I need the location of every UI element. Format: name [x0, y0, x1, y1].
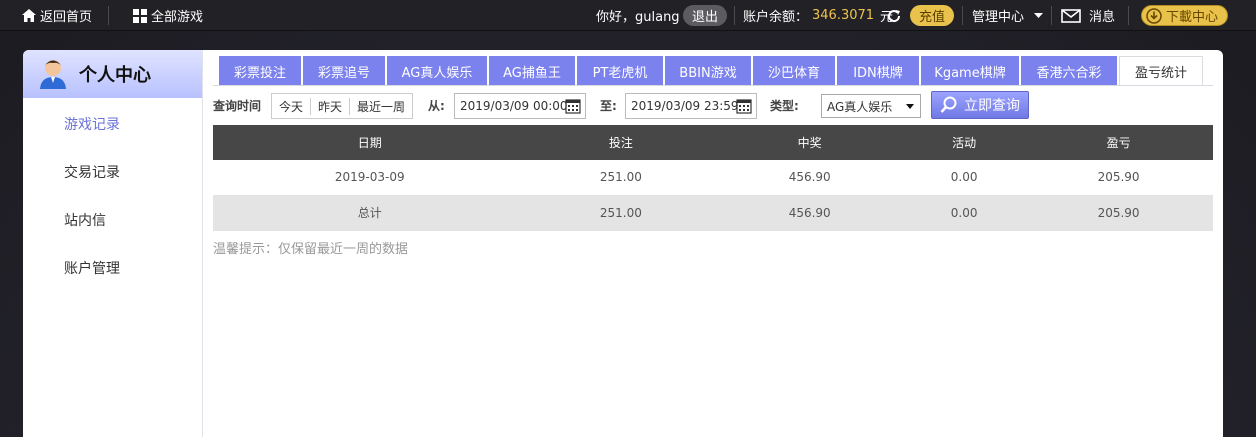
filter-bar: 查询时间 今天 昨天 最近一周 从: 2019/03/09 00:00 至: 2…	[213, 91, 1213, 121]
recharge-button[interactable]: 充值	[910, 5, 955, 26]
last-week-button[interactable]: 最近一周	[350, 98, 412, 115]
tab-pt-slots[interactable]: PT老虎机	[577, 56, 663, 86]
tab-lottery-bets[interactable]: 彩票投注	[219, 56, 301, 86]
balance: 账户余额： 346.3071 元	[743, 0, 893, 31]
sidebar: 个人中心 游戏记录 交易记录 站内信 账户管理	[23, 50, 203, 437]
calendar-icon[interactable]	[565, 98, 581, 114]
cell-total-label: 总计	[213, 195, 527, 231]
envelope-icon	[1061, 8, 1081, 23]
cell-profit-loss: 205.90	[1024, 160, 1213, 196]
tab-kgame-cards[interactable]: Kgame棋牌	[921, 56, 1019, 86]
home-label: 返回首页	[40, 10, 93, 25]
refresh-button[interactable]	[886, 0, 902, 31]
home-icon	[22, 9, 36, 22]
download-center-button[interactable]: 下載中心	[1141, 5, 1229, 26]
manage-center-label: 管理中心	[972, 10, 1025, 25]
caret-down-icon	[1034, 12, 1044, 18]
column-header-bets: 投注	[526, 125, 716, 160]
query-time-label: 查询时间	[213, 98, 262, 113]
user-avatar-icon	[40, 60, 66, 89]
type-select[interactable]: AG真人娱乐	[821, 94, 921, 118]
cell-total-winnings: 456.90	[715, 195, 905, 231]
divider	[1128, 6, 1129, 25]
column-header-date: 日期	[213, 125, 527, 160]
sidebar-header: 个人中心	[23, 50, 202, 98]
column-header-profit-loss: 盈亏	[1024, 125, 1213, 160]
cell-promotions: 0.00	[904, 160, 1025, 196]
yesterday-button[interactable]: 昨天	[311, 97, 351, 115]
tab-idn-cards[interactable]: IDN棋牌	[837, 56, 919, 86]
divider	[1051, 6, 1052, 25]
tab-profit-loss[interactable]: 盈亏统计	[1119, 56, 1203, 86]
logout-button[interactable]: 退出	[683, 5, 728, 26]
manage-center-menu[interactable]: 管理中心	[972, 0, 1044, 31]
query-button-label: 立即查询	[964, 98, 1020, 114]
tab-ag-live[interactable]: AG真人娱乐	[387, 56, 487, 86]
caret-down-icon	[906, 104, 914, 109]
profit-loss-table: 日期 投注 中奖 活动 盈亏 2019-03-09 251.00 456.90 …	[213, 125, 1213, 231]
cell-total-promotions: 0.00	[904, 195, 1025, 231]
sidebar-item-inbox[interactable]: 站内信	[64, 210, 106, 230]
messages-label: 消息	[1089, 10, 1116, 25]
divider	[108, 6, 109, 25]
balance-label: 账户余额：	[743, 10, 809, 25]
tab-hk-mark-six[interactable]: 香港六合彩	[1021, 56, 1117, 86]
table-header-row: 日期 投注 中奖 活动 盈亏	[213, 125, 1213, 160]
cell-total-bets: 251.00	[526, 195, 716, 231]
top-bar: 返回首页 全部游戏 你好，gulang 退出 账户余额： 346.3071 元 …	[0, 0, 1256, 31]
query-button[interactable]: 立即查询	[931, 91, 1029, 119]
to-date-value: 2019/03/09 23:59	[631, 99, 739, 113]
divider	[734, 6, 735, 25]
game-tabs: 彩票投注 彩票追号 AG真人娱乐 AG捕鱼王 PT老虎机 BBIN游戏 沙巴体育…	[219, 56, 1205, 86]
from-date-input[interactable]: 2019/03/09 00:00	[454, 93, 586, 119]
sidebar-item-game-records[interactable]: 游戏记录	[64, 114, 120, 134]
grid-icon	[133, 8, 147, 23]
all-games-label: 全部游戏	[151, 10, 204, 25]
cell-winnings: 456.90	[715, 160, 905, 196]
retention-tip: 温馨提示：仅保留最近一周的数据	[213, 242, 409, 257]
calendar-icon[interactable]	[736, 98, 752, 114]
search-icon	[940, 96, 957, 113]
sidebar-item-transaction-records[interactable]: 交易记录	[64, 162, 120, 182]
main-card: 个人中心 游戏记录 交易记录 站内信 账户管理 彩票投注 彩票追号 AG真人娱乐…	[23, 50, 1223, 437]
type-select-value: AG真人娱乐	[827, 99, 893, 114]
content-area: 彩票投注 彩票追号 AG真人娱乐 AG捕鱼王 PT老虎机 BBIN游戏 沙巴体育…	[213, 50, 1213, 437]
from-date-value: 2019/03/09 00:00	[460, 99, 568, 113]
download-icon	[1146, 7, 1162, 24]
column-header-promotions: 活动	[904, 125, 1025, 160]
messages-link[interactable]: 消息	[1061, 0, 1115, 31]
sidebar-item-account-management[interactable]: 账户管理	[64, 258, 120, 278]
tab-divider	[213, 85, 1213, 86]
greeting: 你好，gulang	[596, 10, 680, 25]
type-label: 类型:	[770, 98, 799, 113]
sidebar-title: 个人中心	[79, 65, 151, 86]
cell-date: 2019-03-09	[213, 160, 527, 196]
refresh-icon	[888, 9, 901, 22]
tab-ag-fishing[interactable]: AG捕鱼王	[489, 56, 575, 86]
download-center-label: 下載中心	[1166, 10, 1219, 25]
today-button[interactable]: 今天	[272, 97, 312, 115]
cell-bets: 251.00	[526, 160, 716, 196]
divider	[962, 6, 963, 25]
balance-value: 346.3071	[812, 8, 875, 23]
tab-bbin[interactable]: BBIN游戏	[665, 56, 751, 86]
to-date-input[interactable]: 2019/03/09 23:59	[625, 93, 757, 119]
table-row: 2019-03-09 251.00 456.90 0.00 205.90	[213, 160, 1213, 196]
home-link[interactable]: 返回首页	[22, 0, 92, 31]
all-games-link[interactable]: 全部游戏	[133, 0, 203, 31]
tab-saba-sports[interactable]: 沙巴体育	[753, 56, 835, 86]
to-label: 至:	[600, 98, 617, 113]
table-total-row: 总计 251.00 456.90 0.00 205.90	[213, 195, 1213, 231]
tab-lottery-chase[interactable]: 彩票追号	[303, 56, 385, 86]
from-label: 从:	[428, 98, 445, 113]
quick-range-group: 今天 昨天 最近一周	[271, 93, 414, 119]
column-header-winnings: 中奖	[715, 125, 905, 160]
cell-total-profit-loss: 205.90	[1024, 195, 1213, 231]
